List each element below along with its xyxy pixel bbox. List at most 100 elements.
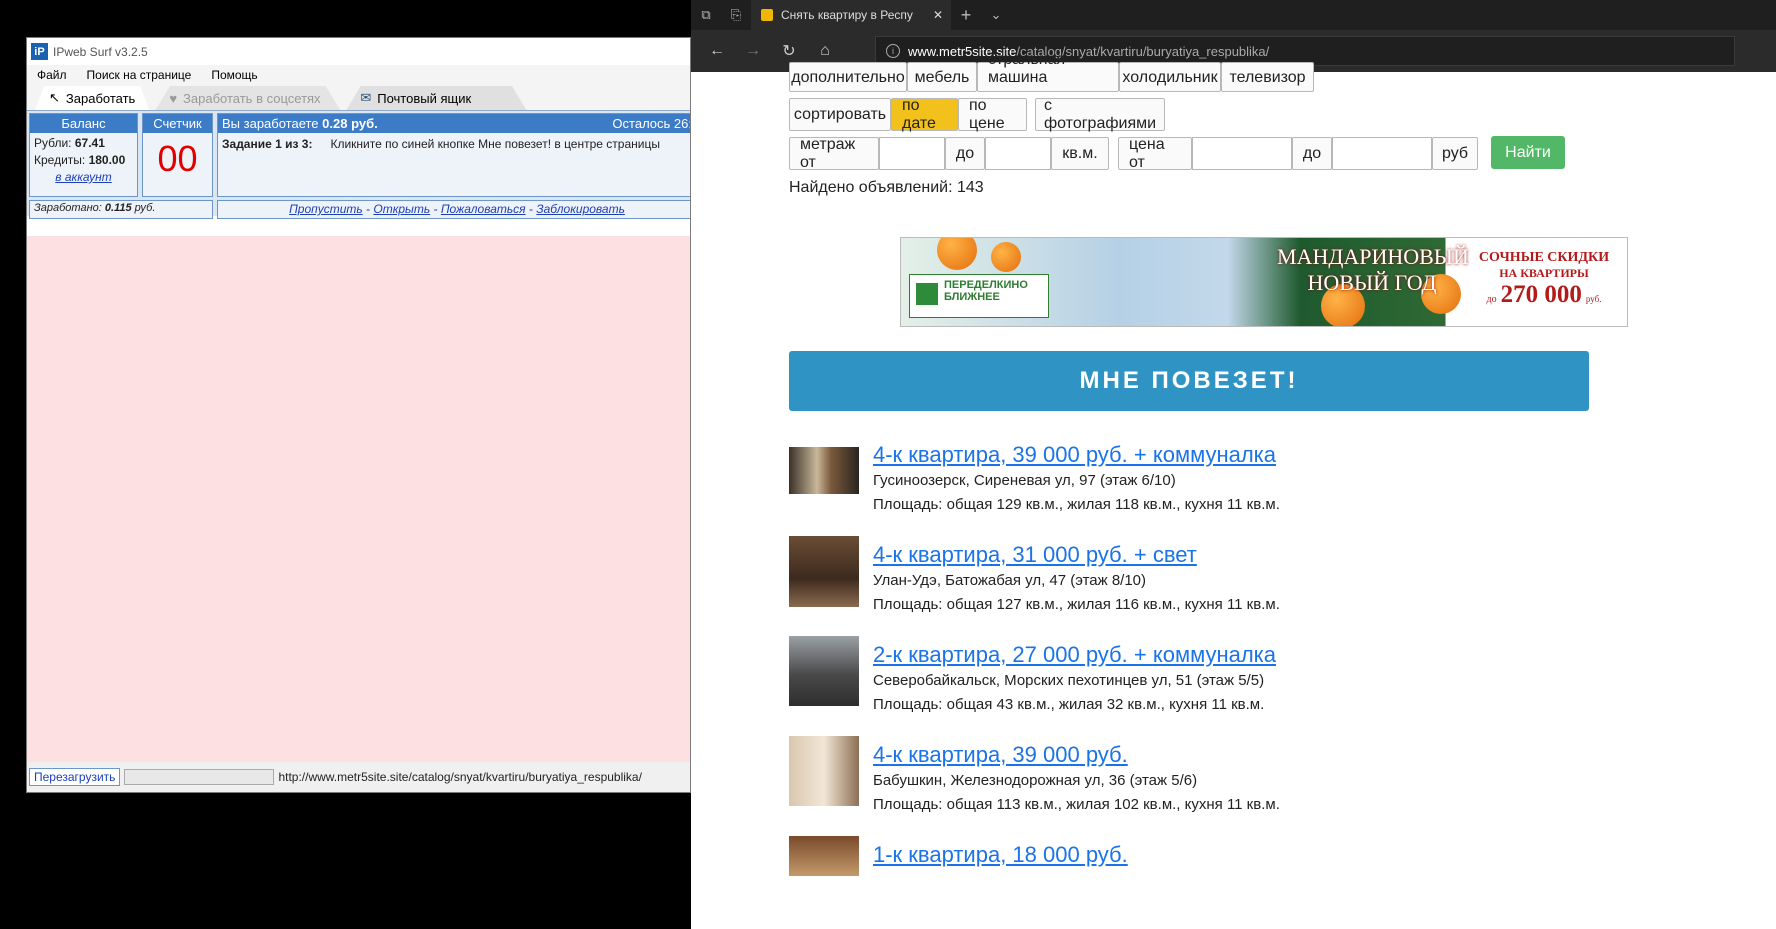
ipweb-menubar: Файл Поиск на странице Помощь <box>27 65 690 85</box>
account-link[interactable]: в аккаунт <box>55 170 111 184</box>
filter-furniture[interactable]: мебель <box>907 62 977 92</box>
earned-value: 0.115 <box>104 202 132 214</box>
filter-tv[interactable]: телевизор <box>1221 62 1314 92</box>
banner-offer-amount: 270 000 <box>1500 281 1582 308</box>
banner-offer-prefix: до <box>1486 294 1497 305</box>
listing-photo[interactable] <box>789 447 859 494</box>
banner-logo-line1: ПЕРЕДЕЛКИНО <box>944 279 1028 291</box>
listing-area: Площадь: общая 129 кв.м., жилая 118 кв.м… <box>873 496 1280 513</box>
ipweb-tabs: ↖ Заработать ♥ Заработать в соцсетях ✉ П… <box>27 85 690 111</box>
ipweb-logo-icon: iP <box>31 43 48 60</box>
sort-label[interactable]: сортировать <box>789 98 891 131</box>
task-label: Задание 1 из 3: <box>222 137 313 151</box>
listing-title[interactable]: 2-к квартира, 27 000 руб. + коммуналка <box>873 642 1276 668</box>
banner-logo-line2: БЛИЖНЕЕ <box>944 291 1000 303</box>
banner-offer-1: СОЧНЫЕ СКИДКИ <box>1478 250 1610 265</box>
listing-address: Улан-Удэ, Батожабая ул, 47 (этаж 8/10) <box>873 572 1147 589</box>
task-panel: Баланс Рубли: 67.41 Кредиты: 180.00 в ак… <box>27 111 690 219</box>
listing-address: Гусиноозерск, Сиреневая ул, 97 (этаж 6/1… <box>873 472 1176 489</box>
tab-mail-label: Почтовый ящик <box>377 90 472 106</box>
filter-fridge[interactable]: холодильник <box>1119 62 1221 92</box>
orange-icon <box>991 242 1021 272</box>
tabs-aside-icon[interactable]: ⎘ <box>721 7 751 23</box>
ipweb-statusbar: Перезагрузить http://www.metr5site.site/… <box>27 762 690 792</box>
reload-button[interactable]: Перезагрузить <box>29 768 121 786</box>
status-url: http://www.metr5site.site/catalog/snyat/… <box>278 770 642 784</box>
ad-banner[interactable]: ПЕРЕДЕЛКИНО БЛИЖНЕЕ МАНДАРИНОВЫЙ НОВЫЙ Г… <box>900 237 1628 327</box>
listing-title[interactable]: 4-к квартира, 39 000 руб. + коммуналка <box>873 442 1276 468</box>
banner-headline: МАНДАРИНОВЫЙ НОВЫЙ ГОД <box>1277 244 1469 324</box>
tab-earn-label: Заработать <box>65 90 136 106</box>
task-header: Вы заработаете 0.28 руб. Осталось 26: <box>218 114 690 133</box>
block-link[interactable]: Заблокировать <box>536 202 625 216</box>
filter-extra[interactable]: дополнительно <box>789 62 907 92</box>
forward-icon[interactable]: → <box>737 42 769 60</box>
ipweb-titlebar: iP IPweb Surf v3.2.5 <box>27 38 690 65</box>
price-from-input[interactable] <box>1192 137 1292 170</box>
price-to-label: до <box>1292 137 1332 170</box>
listing-title[interactable]: 4-к квартира, 31 000 руб. + свет <box>873 542 1197 568</box>
skip-link[interactable]: Пропустить <box>289 202 363 216</box>
banner-offer-2: НА КВАРТИРЫ <box>1499 266 1589 280</box>
find-button[interactable]: Найти <box>1491 136 1565 169</box>
listing-photo[interactable] <box>789 636 859 706</box>
listing-title[interactable]: 4-к квартира, 39 000 руб. <box>873 742 1128 768</box>
progress-bar <box>124 769 275 785</box>
ipweb-content-area <box>27 236 690 764</box>
filter-washer[interactable]: стральная машина <box>977 51 1119 92</box>
area-from-label: метраж от <box>789 136 879 171</box>
tab-earn[interactable]: ↖ Заработать <box>35 86 150 110</box>
menu-file[interactable]: Файл <box>27 68 77 82</box>
listing-title[interactable]: 1-к квартира, 18 000 руб. <box>873 842 1128 868</box>
area-from-input[interactable] <box>879 137 945 170</box>
menu-search[interactable]: Поиск на странице <box>77 68 202 82</box>
price-to-input[interactable] <box>1332 137 1432 170</box>
rub-value: 67.41 <box>74 136 105 150</box>
lucky-button[interactable]: МНЕ ПОВЕЗЕТ! <box>789 351 1589 411</box>
tab-social-label: Заработать в соцсетях <box>183 90 321 106</box>
counter-header: Счетчик <box>143 114 212 133</box>
close-tab-icon[interactable]: ✕ <box>933 8 943 22</box>
credit-value: 180.00 <box>88 153 126 167</box>
earn-text: Вы заработаете <box>222 116 319 131</box>
earned-unit: руб. <box>134 202 156 214</box>
tab-mail[interactable]: ✉ Почтовый ящик <box>346 86 527 110</box>
open-link[interactable]: Открыть <box>373 202 430 216</box>
banner-offer-suffix: руб. <box>1585 294 1602 304</box>
browser-tab[interactable]: Снять квартиру в Респу ✕ <box>751 0 951 30</box>
back-icon[interactable]: ← <box>701 42 733 60</box>
envelope-icon: ✉ <box>360 90 372 105</box>
cursor-icon: ↖ <box>49 90 60 105</box>
credit-label: Кредиты: <box>34 153 86 167</box>
task-instruction: Кликните по синей кнопке Мне повезет! в … <box>330 137 660 151</box>
area-unit: кв.м. <box>1051 137 1109 170</box>
listing-photo[interactable] <box>789 836 859 876</box>
report-link[interactable]: Пожаловаться <box>441 202 526 216</box>
info-icon[interactable]: i <box>886 44 900 58</box>
with-photos[interactable]: с фотографиями <box>1035 97 1165 132</box>
menu-help[interactable]: Помощь <box>201 68 267 82</box>
browser-window: ⧉ ⎘ Снять квартиру в Респу ✕ + ⌄ ← → ↻ ⌂… <box>691 0 1776 929</box>
banner-headline-1: МАНДАРИНОВЫЙ <box>1277 244 1469 269</box>
browser-tabbar: ⧉ ⎘ Снять квартиру в Респу ✕ + ⌄ <box>691 0 1776 30</box>
banner-logo: ПЕРЕДЕЛКИНО БЛИЖНЕЕ <box>909 274 1049 318</box>
area-to-label: до <box>945 137 985 170</box>
listing-photo[interactable] <box>789 536 859 607</box>
refresh-icon[interactable]: ↻ <box>773 41 805 61</box>
chevron-down-icon[interactable]: ⌄ <box>981 7 1011 23</box>
balance-box: Баланс Рубли: 67.41 Кредиты: 180.00 в ак… <box>29 113 138 197</box>
price-from-label: цена от <box>1118 136 1192 171</box>
tab-actions-icon[interactable]: ⧉ <box>691 7 721 23</box>
sort-by-date[interactable]: по дате <box>891 97 958 132</box>
found-count: Найдено объявлений: 143 <box>789 179 984 196</box>
area-to-input[interactable] <box>985 137 1051 170</box>
home-icon[interactable]: ⌂ <box>809 42 841 60</box>
listing-area: Площадь: общая 113 кв.м., жилая 102 кв.м… <box>873 796 1280 813</box>
listing-photo[interactable] <box>789 736 859 806</box>
new-tab-icon[interactable]: + <box>951 5 981 26</box>
tab-social[interactable]: ♥ Заработать в соцсетях <box>155 86 341 110</box>
listing-area: Площадь: общая 127 кв.м., жилая 116 кв.м… <box>873 596 1280 613</box>
listing-address: Северобайкальск, Морских пехотинцев ул, … <box>873 672 1265 689</box>
heart-icon: ♥ <box>169 90 178 106</box>
sort-by-price[interactable]: по цене <box>958 97 1027 132</box>
